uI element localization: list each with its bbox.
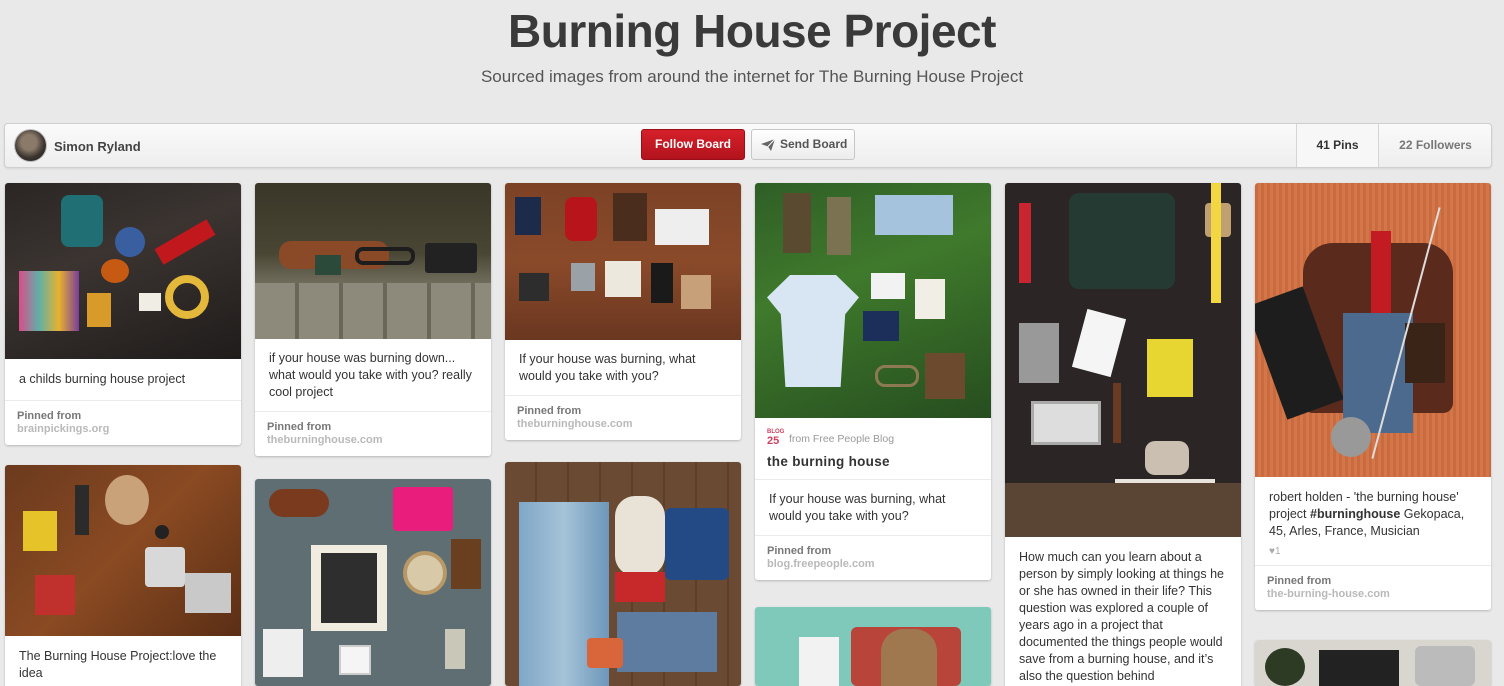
pin-image[interactable] (5, 183, 241, 359)
pin-source-link[interactable]: theburninghouse.com (517, 418, 729, 430)
pin-card[interactable] (755, 607, 991, 686)
pin-source-link[interactable]: the-burning-house.com (1267, 588, 1479, 600)
pin-source[interactable]: Pinned from theburninghouse.com (505, 395, 741, 440)
pin-description: if your house was burning down... what w… (269, 351, 472, 399)
pin-description: robert holden - 'the burning house' proj… (1255, 477, 1491, 546)
pin-source[interactable]: Pinned from the-burning-house.com (1255, 565, 1491, 610)
pin-image[interactable] (255, 479, 491, 686)
pin-image[interactable] (255, 183, 491, 339)
pin-card[interactable]: How much can you learn about a person by… (1005, 183, 1241, 686)
send-board-label: Send Board (780, 137, 848, 151)
pin-image[interactable] (1255, 183, 1491, 477)
pin-card[interactable] (505, 462, 741, 686)
blog-from-label[interactable]: from Free People Blog (789, 433, 894, 445)
pinned-from-label: Pinned from (1267, 575, 1332, 587)
pin-image[interactable] (1005, 183, 1241, 537)
pin-source[interactable]: Pinned from theburninghouse.com (255, 411, 491, 456)
pin-image[interactable] (505, 183, 741, 340)
pin-image[interactable] (755, 607, 991, 686)
pinned-from-label: Pinned from (517, 405, 582, 417)
blog-attribution[interactable]: BLOG 25 from Free People Blog (755, 418, 991, 448)
pin-card[interactable]: The Burning House Project:love the idea (5, 465, 241, 686)
pin-source[interactable]: Pinned from brainpickings.org (5, 400, 241, 445)
board-header-bar: Simon Ryland Follow Board Send Board 41 … (4, 123, 1492, 168)
tab-pins[interactable]: 41 Pins (1296, 124, 1379, 167)
pin-description: How much can you learn about a person by… (1019, 550, 1224, 683)
pin-card[interactable]: if your house was burning down... what w… (255, 183, 491, 456)
follow-board-button[interactable]: Follow Board (641, 129, 745, 160)
pinned-from-label: Pinned from (17, 410, 82, 422)
like-count[interactable]: ♥​ 1 (1255, 546, 1491, 565)
pin-description: The Burning House Project:love the idea (19, 649, 217, 680)
pin-image[interactable] (5, 465, 241, 636)
pin-description: a childs burning house project (19, 372, 186, 386)
like-count-value: 1 (1274, 546, 1281, 557)
pin-source[interactable]: Pinned from blog.freepeople.com (755, 535, 991, 580)
owner-name[interactable]: Simon Ryland (54, 139, 141, 154)
avatar[interactable] (15, 130, 46, 161)
pin-card[interactable]: If your house was burning, what would yo… (505, 183, 741, 440)
pin-card[interactable]: BLOG 25 from Free People Blog the burnin… (755, 183, 991, 580)
send-board-button[interactable]: Send Board (751, 129, 855, 160)
pin-image[interactable] (1255, 640, 1491, 686)
blog-post-title[interactable]: the burning house (755, 448, 991, 480)
pin-description: If your house was burning, what would yo… (769, 492, 946, 523)
pinned-from-label: Pinned from (267, 421, 332, 433)
pin-card[interactable] (255, 479, 491, 686)
pinned-from-label: Pinned from (767, 545, 832, 557)
pin-card[interactable]: robert holden - 'the burning house' proj… (1255, 183, 1491, 610)
board-title: Burning House Project (508, 5, 996, 57)
pin-card[interactable] (1255, 640, 1491, 686)
board-description: Sourced images from around the internet … (480, 67, 1024, 86)
pin-card[interactable]: a childs burning house project Pinned fr… (5, 183, 241, 445)
pin-description: If your house was burning, what would yo… (519, 352, 696, 383)
pin-source-link[interactable]: brainpickings.org (17, 423, 229, 435)
tab-followers[interactable]: 22 Followers (1379, 124, 1492, 167)
pin-image[interactable] (755, 183, 991, 418)
pin-source-link[interactable]: theburninghouse.com (267, 434, 479, 446)
pin-image[interactable] (505, 462, 741, 686)
hashtag-link[interactable]: #burninghouse (1310, 507, 1400, 521)
pin-source-link[interactable]: blog.freepeople.com (767, 558, 979, 570)
blog-logo: BLOG 25 (767, 429, 785, 447)
send-icon (761, 139, 775, 151)
